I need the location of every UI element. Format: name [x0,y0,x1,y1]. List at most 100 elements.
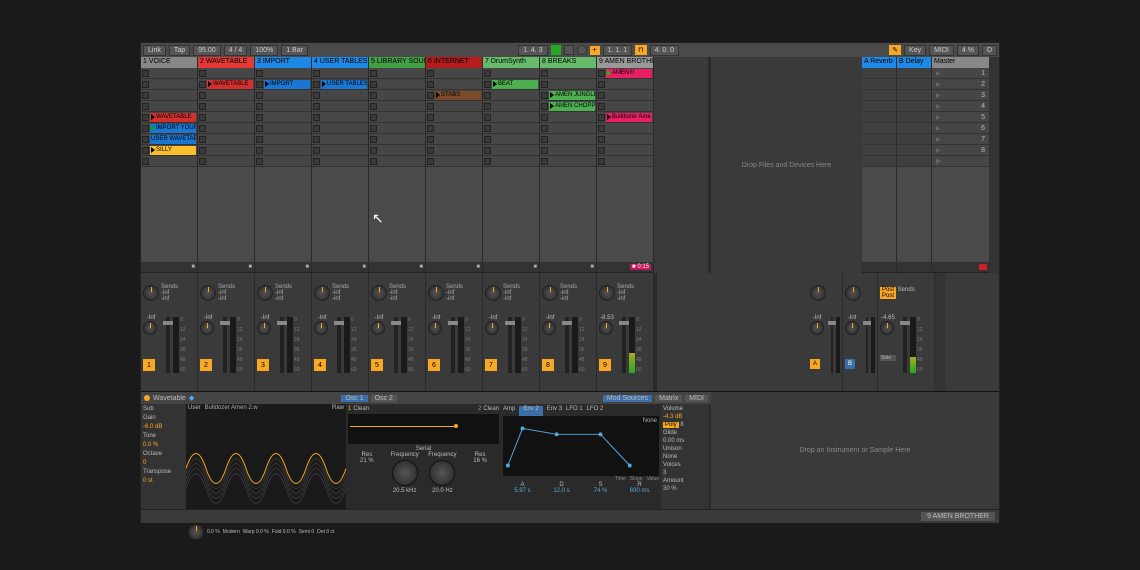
clip-stop-button[interactable] [427,114,434,121]
track-header[interactable]: 6 INTERNET [426,57,482,68]
clip-stop-button[interactable] [541,136,548,143]
env2-tab[interactable]: Env 2 [519,406,542,416]
clip-slot[interactable] [483,156,539,167]
env-sustain[interactable]: 74 % [581,488,620,494]
clip-slot[interactable] [426,145,482,156]
clip-slot[interactable]: WAVETABLE [198,79,254,90]
scene-launch[interactable]: ▶2 [932,79,989,90]
glide-time[interactable]: 0.00 ms [663,438,707,444]
clip-stop-button[interactable] [313,147,320,154]
clip-slot[interactable] [483,68,539,79]
draw-mode-button[interactable]: ✎ [889,45,901,55]
clip-stop-button[interactable] [427,136,434,143]
sub-tone[interactable]: 0.0 % [143,442,184,448]
clip-slot[interactable] [198,156,254,167]
send-knob[interactable] [257,285,273,301]
clip[interactable]: AMEN CHOPP [549,102,595,111]
clip-slot[interactable] [198,112,254,123]
clip-stop-button[interactable] [484,114,491,121]
clip-slot[interactable] [312,90,368,101]
track-header[interactable]: 9 AMEN BROTHER [597,57,653,68]
pan-knob[interactable] [845,321,859,335]
clip[interactable]: IMPORT [264,80,310,89]
clip-slot[interactable] [255,145,311,156]
clip-stop-button[interactable] [256,125,263,132]
track-activator[interactable]: 5 [371,359,383,371]
clip-stop-button[interactable] [370,92,377,99]
clip-slot[interactable] [369,134,425,145]
clip-slot[interactable] [141,101,197,112]
osc-pos-knob[interactable] [188,524,204,540]
scene-launch[interactable]: ▶6 [932,123,989,134]
clip-stop-button[interactable] [598,81,605,88]
loop-start[interactable]: 1. 1. 1 [603,45,632,56]
track-activator[interactable]: 2 [200,359,212,371]
sub-transpose[interactable]: 0 st [143,478,184,484]
clip-stop-button[interactable] [142,92,149,99]
volume-fader[interactable] [394,317,398,373]
env-decay[interactable]: 12.0 s [542,488,581,494]
clip-stop-button[interactable] [199,158,206,165]
return-header[interactable]: B Delay [897,57,931,68]
unison-mode[interactable]: None [663,454,707,460]
loop-switch[interactable]: ⊓ [635,45,646,55]
clip-slot[interactable] [369,156,425,167]
clip-stop-button[interactable] [484,81,491,88]
clip-stop-button[interactable] [541,92,548,99]
env3-tab[interactable]: Env 3 [547,406,562,416]
clip-stop-button[interactable] [199,147,206,154]
volume-fader[interactable] [866,317,868,373]
clip-slot[interactable] [369,90,425,101]
track-activator[interactable]: 3 [257,359,269,371]
scene-launch[interactable]: ▶7 [932,134,989,145]
overdub-button[interactable]: + [590,46,600,55]
clip-slot[interactable] [426,79,482,90]
clip-stop-button[interactable] [484,103,491,110]
pan-knob[interactable] [599,321,613,335]
clip-stop-button[interactable] [199,114,206,121]
send-knob[interactable] [371,285,387,301]
pan-knob[interactable] [371,321,385,335]
clip-stop-button[interactable] [484,136,491,143]
track-header[interactable]: 5 LIBRARY SOUND [369,57,425,68]
clip-stop-button[interactable] [313,92,320,99]
clip-slot[interactable] [198,145,254,156]
clip[interactable]: WAVETABLE [150,113,196,122]
env-release[interactable]: 600 ms [620,488,659,494]
clip-stop-button[interactable] [256,147,263,154]
clip-stop-button[interactable] [598,158,605,165]
clip-slot[interactable] [141,156,197,167]
clip-stop-button[interactable] [370,125,377,132]
clip-stop-button[interactable] [142,125,149,132]
master-fader[interactable] [903,317,907,373]
clip-slot[interactable]: IMPORT YOUR OWN [141,123,197,134]
clip-slot[interactable] [426,68,482,79]
clip-slot[interactable] [369,101,425,112]
clip-stop-button[interactable] [427,103,434,110]
clip-slot[interactable] [255,90,311,101]
clip-slot[interactable] [426,101,482,112]
track-activator[interactable]: 8 [542,359,554,371]
send-knob[interactable] [143,285,159,301]
clip-stop-button[interactable] [541,103,548,110]
track-header[interactable]: 8 BREAKS [540,57,596,68]
clip-slot[interactable] [597,156,653,167]
track-activator[interactable]: 6 [428,359,440,371]
time-signature[interactable]: 4 / 4 [224,45,248,56]
lfo2-tab[interactable]: LFO 2 [587,406,604,416]
clip-slot[interactable] [597,79,653,90]
wt-volume[interactable]: -4.3 dB [663,414,707,420]
volume-fader[interactable] [508,317,512,373]
clip[interactable]: IMPORT YOUR OWN [150,124,196,133]
clip[interactable]: USER TABLES [321,80,367,89]
clip-stop-button[interactable] [256,136,263,143]
clip-slot[interactable] [597,134,653,145]
clip-stop-button[interactable] [598,70,605,77]
env-attack[interactable]: 5.97 s [503,488,542,494]
record-button[interactable] [577,45,587,55]
send-knob[interactable] [485,285,501,301]
clip-stop-button[interactable] [256,114,263,121]
track-activator[interactable]: 1 [143,359,155,371]
clip-stop-button[interactable] [541,125,548,132]
poly-button[interactable]: Poly [663,422,679,428]
